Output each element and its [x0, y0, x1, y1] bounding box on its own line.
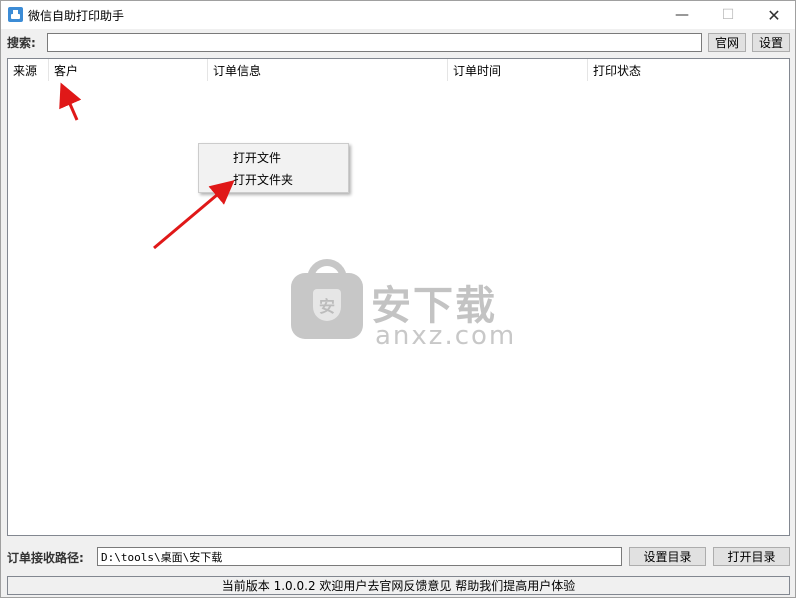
- minimize-button[interactable]: —: [659, 1, 705, 29]
- settings-button[interactable]: 设置: [752, 33, 790, 52]
- set-directory-button[interactable]: 设置目录: [629, 547, 706, 566]
- watermark-logo: 安 安下载 anxz.com: [291, 259, 521, 351]
- status-bar: 当前版本 1.0.0.2 欢迎用户去官网反馈意见 帮助我们提高用户体验: [7, 576, 790, 595]
- printer-app-icon: [8, 7, 23, 22]
- order-list[interactable]: 来源 客户 订单信息 订单时间 打印状态 安 安下载 anxz.com: [7, 58, 790, 536]
- shield-icon: 安: [313, 289, 341, 321]
- menu-item-open-file[interactable]: 打开文件: [201, 146, 346, 168]
- open-directory-button[interactable]: 打开目录: [713, 547, 790, 566]
- watermark-domain: anxz.com: [375, 321, 517, 351]
- context-menu: 打开文件 打开文件夹: [198, 143, 349, 193]
- list-header: 来源 客户 订单信息 订单时间 打印状态: [8, 59, 789, 81]
- column-header-print-status[interactable]: 打印状态: [588, 59, 789, 81]
- close-button[interactable]: ✕: [751, 1, 796, 29]
- receive-path-input[interactable]: [97, 547, 622, 566]
- search-input[interactable]: [47, 33, 702, 52]
- receive-path-label: 订单接收路径:: [7, 551, 84, 565]
- maximize-button[interactable]: ☐: [705, 1, 751, 29]
- menu-item-open-folder[interactable]: 打开文件夹: [201, 168, 346, 190]
- search-label: 搜索:: [7, 36, 36, 50]
- website-button[interactable]: 官网: [708, 33, 746, 52]
- app-window: 微信自助打印助手 — ☐ ✕ 搜索: 官网 设置 来源 客户 订单信息 订单时间…: [0, 0, 796, 598]
- column-header-order-info[interactable]: 订单信息: [208, 59, 448, 81]
- column-header-order-time[interactable]: 订单时间: [448, 59, 588, 81]
- column-header-source[interactable]: 来源: [8, 59, 49, 81]
- window-title: 微信自助打印助手: [28, 9, 125, 23]
- status-text: 当前版本 1.0.0.2 欢迎用户去官网反馈意见 帮助我们提高用户体验: [221, 579, 576, 593]
- title-bar: 微信自助打印助手 — ☐ ✕: [1, 1, 795, 29]
- column-header-customer[interactable]: 客户: [49, 59, 208, 81]
